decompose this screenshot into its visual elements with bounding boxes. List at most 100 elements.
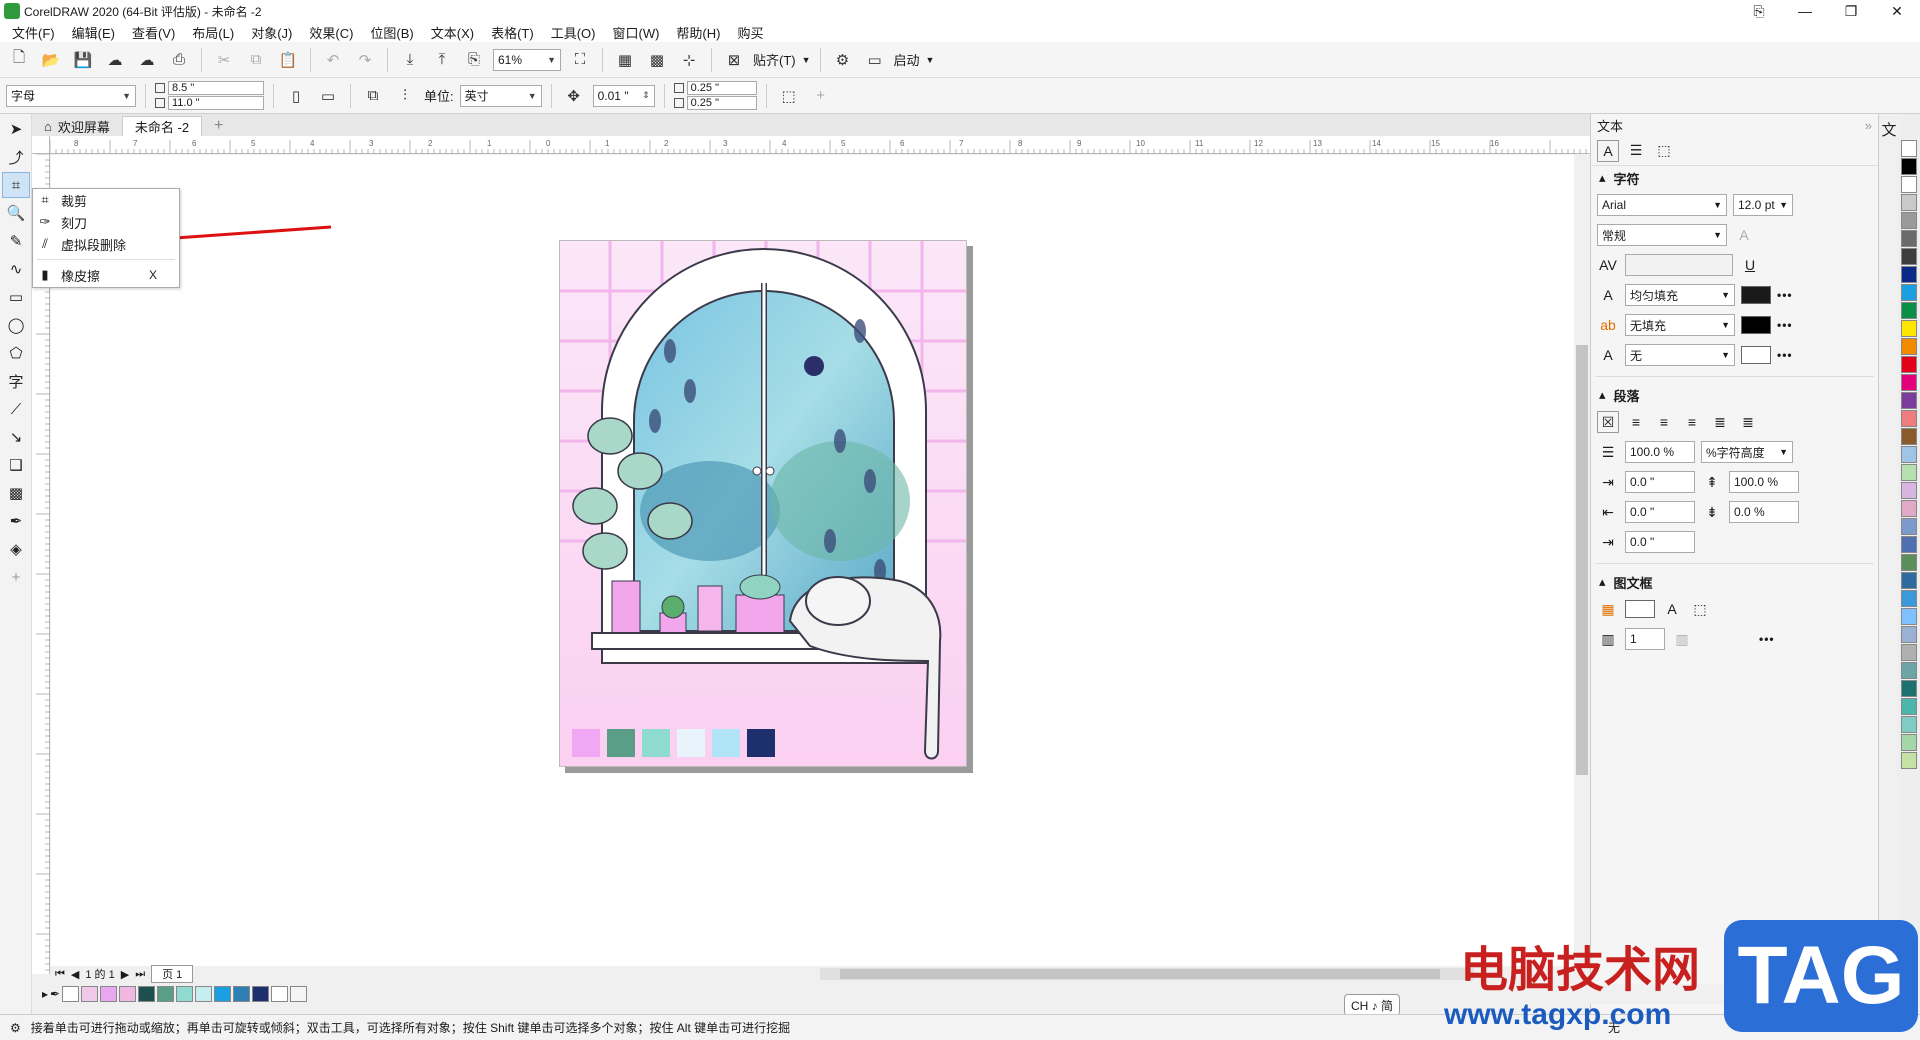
outline-color-swatch[interactable] [1741, 346, 1771, 364]
drop-shadow-icon[interactable]: ❑ [2, 452, 30, 478]
document-palette-swatch[interactable] [290, 986, 308, 1002]
redo-icon[interactable]: ↷ [352, 47, 378, 73]
palette-swatch[interactable] [1901, 410, 1917, 427]
help-icon[interactable]: ⎘ [1736, 0, 1782, 22]
menu-help[interactable]: 帮助(H) [670, 23, 731, 42]
text-fill-select[interactable]: 均匀填充 ▼ [1625, 284, 1735, 306]
print-icon[interactable]: ⎙ [166, 47, 192, 73]
palette-swatch[interactable] [1901, 590, 1917, 607]
launch-menu[interactable]: 启动 [894, 50, 920, 69]
eraser-tool-item[interactable]: ▮ 橡皮擦 X [33, 264, 179, 286]
align-center-icon[interactable]: ≡ [1653, 411, 1675, 433]
freehand-tool-icon[interactable]: ✎ [2, 228, 30, 254]
document-palette-swatch[interactable] [157, 986, 175, 1002]
palette-swatch[interactable] [1901, 176, 1917, 193]
palette-swatch[interactable] [1901, 752, 1917, 769]
crop-tool-icon[interactable]: ⌗ [2, 172, 30, 198]
bleed-icon[interactable]: ⬚ [776, 83, 802, 109]
pick-tool-icon[interactable]: ➤ [2, 116, 30, 142]
document-palette-swatch[interactable] [214, 986, 232, 1002]
palette-swatch[interactable] [1901, 356, 1917, 373]
tab-welcome-screen[interactable]: ⌂ 欢迎屏幕 [32, 116, 122, 136]
add-tool-icon[interactable]: + [2, 564, 30, 590]
palette-swatch[interactable] [1901, 716, 1917, 733]
export-icon[interactable]: ⤒ [429, 47, 455, 73]
palette-swatch[interactable] [1901, 266, 1917, 283]
import-icon[interactable]: ⤓ [397, 47, 423, 73]
underline-icon[interactable]: U [1739, 254, 1761, 276]
document-page[interactable] [559, 240, 967, 767]
right-indent-field[interactable]: 0.0 " [1625, 531, 1695, 553]
snap-off-icon[interactable]: ⊠ [721, 47, 747, 73]
options-gear-icon[interactable]: ⚙ [830, 47, 856, 73]
background-fill-select[interactable]: 无填充 ▼ [1625, 314, 1735, 336]
frame-section-header[interactable]: ▴ 图文框 [1591, 570, 1878, 594]
interactive-fill-icon[interactable]: ◈ [2, 536, 30, 562]
palette-swatch[interactable] [1901, 320, 1917, 337]
text-docker-tab-icon[interactable]: 文 [1881, 116, 1897, 142]
current-page-icon[interactable]: ⫶ [392, 83, 418, 109]
ruler-origin[interactable] [32, 136, 50, 154]
menu-window[interactable]: 窗口(W) [606, 23, 670, 42]
eyedropper-icon[interactable]: ✒ [50, 987, 60, 1001]
duplicate-y-field[interactable]: 0.25 " [686, 96, 757, 110]
more-options-icon[interactable]: ••• [1777, 288, 1793, 302]
menu-object[interactable]: 对象(J) [245, 23, 303, 42]
menu-effects[interactable]: 效果(C) [303, 23, 364, 42]
palette-swatch[interactable] [1901, 212, 1917, 229]
status-gear-icon[interactable]: ⚙ [10, 1021, 21, 1035]
menu-edit[interactable]: 编辑(E) [66, 23, 126, 42]
window-cat-illustration[interactable] [560, 241, 966, 766]
palette-swatch[interactable] [1901, 428, 1917, 445]
palette-swatch[interactable] [1901, 230, 1917, 247]
connector-tool-icon[interactable]: ↘ [2, 424, 30, 450]
line-spacing-unit-select[interactable]: %字符高度 ▼ [1701, 441, 1793, 463]
parallel-dimension-icon[interactable]: ⟋ [2, 396, 30, 422]
save-icon[interactable]: 💾 [70, 47, 96, 73]
frame-tab-icon[interactable]: ⬚ [1653, 140, 1675, 162]
first-page-icon[interactable]: ⏮ [55, 968, 65, 981]
palette-swatch[interactable] [1901, 608, 1917, 625]
minimize-button[interactable]: — [1782, 0, 1828, 22]
vertical-scrollbar[interactable] [1574, 155, 1590, 966]
eyedropper-tool-icon[interactable]: ✒ [2, 508, 30, 534]
document-palette-swatch[interactable] [195, 986, 213, 1002]
font-family-select[interactable]: Arial ▼ [1597, 194, 1727, 216]
left-indent-field[interactable]: 0.0 " [1625, 501, 1695, 523]
show-rulers-icon[interactable]: ▦ [612, 47, 638, 73]
paragraph-section-header[interactable]: ▴ 段落 [1591, 383, 1878, 407]
cloud-download-icon[interactable]: ☁ [102, 47, 128, 73]
horizontal-ruler[interactable]: 8 7 6 5 4 3 2 1 0 1 2 3 4 5 6 7 8 9 10 11 12 13 14 15 16 [49, 136, 1590, 154]
scrollbar-thumb[interactable] [1576, 345, 1588, 775]
character-section-header[interactable]: ▴ 字符 [1591, 166, 1878, 190]
palette-swatch[interactable] [1901, 626, 1917, 643]
show-guidelines-icon[interactable]: ⊹ [676, 47, 702, 73]
page-width-field[interactable]: 8.5 " [168, 81, 264, 95]
font-size-select[interactable]: 12.0 pt ▼ [1733, 194, 1793, 216]
palette-swatch[interactable] [1901, 662, 1917, 679]
palette-swatch[interactable] [1901, 644, 1917, 661]
tab-document[interactable]: 未命名 -2 [121, 116, 203, 136]
force-justify-icon[interactable]: ≣ [1737, 411, 1759, 433]
last-page-icon[interactable]: ⏭ [135, 968, 145, 981]
new-tab-button[interactable]: + [202, 116, 235, 136]
new-document-icon[interactable]: 🗋 [6, 47, 32, 73]
document-palette-swatch[interactable] [271, 986, 289, 1002]
document-palette-swatch[interactable] [176, 986, 194, 1002]
document-palette-swatch[interactable] [100, 986, 118, 1002]
menu-buy[interactable]: 购买 [731, 23, 774, 42]
document-palette-swatch[interactable] [62, 986, 80, 1002]
page-height-field[interactable]: 11.0 " [168, 96, 264, 110]
palette-swatch[interactable] [1901, 446, 1917, 463]
docker-collapse-icon[interactable]: » [1865, 118, 1872, 133]
close-button[interactable]: ✕ [1874, 0, 1920, 22]
unit-select[interactable]: 英寸 ▼ [459, 84, 542, 107]
all-pages-icon[interactable]: ⧉ [360, 83, 386, 109]
palette-swatch[interactable] [1901, 698, 1917, 715]
first-line-indent-field[interactable]: 0.0 " [1625, 471, 1695, 493]
frame-fit-icon[interactable]: ⬚ [1689, 598, 1711, 620]
rectangle-tool-icon[interactable]: ▭ [2, 284, 30, 310]
palette-swatch[interactable] [1901, 302, 1917, 319]
palette-swatch[interactable] [1901, 572, 1917, 589]
palette-swatch[interactable] [1901, 482, 1917, 499]
